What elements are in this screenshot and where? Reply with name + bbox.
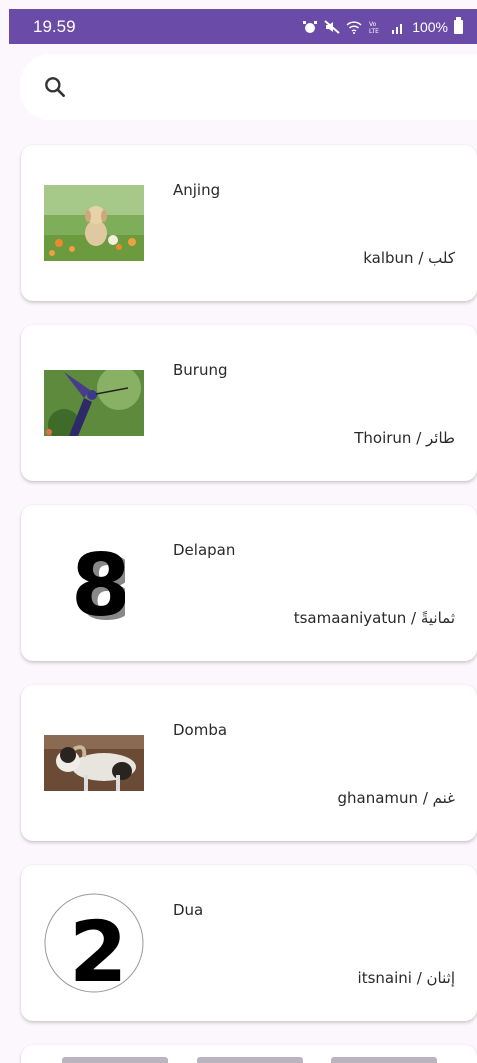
search-bar[interactable]	[20, 54, 477, 120]
battery-percent: 100%	[412, 18, 448, 35]
word-translation: tsamaaniyatun / ثمانيةً	[293, 609, 455, 627]
word-card-domba[interactable]: Domba ghanamun / غنم	[21, 685, 477, 841]
nav-recents-button[interactable]	[62, 1057, 168, 1063]
status-icons: Vo LTE 100%	[302, 16, 463, 35]
word-card-dua[interactable]: 2 Dua itsnaini / إثنان	[21, 865, 477, 1021]
sheep-photo	[44, 735, 144, 791]
volte-icon: VoLTE	[369, 21, 379, 34]
word-card-delapan[interactable]: 8 8 Delapan tsamaaniyatun / ثمانيةً	[21, 505, 477, 661]
word-title: Dua	[173, 901, 204, 919]
word-list-screen: Anjing kalbun / كلب Burung Thoirun / طائ…	[9, 44, 477, 1063]
word-title: Anjing	[173, 181, 221, 199]
status-bar: 19.59 Vo LTE 100%	[9, 9, 477, 44]
number-two-graphic: 2	[44, 893, 144, 993]
mute-icon	[324, 19, 340, 34]
word-translation: Thoirun / طائر	[354, 429, 455, 447]
word-title: Delapan	[173, 541, 236, 559]
number-eight-graphic: 8 8	[69, 543, 125, 623]
svg-text:8: 8	[71, 543, 125, 623]
word-title: Domba	[173, 721, 228, 739]
search-input[interactable]	[80, 76, 444, 98]
search-icon[interactable]	[42, 74, 68, 100]
word-card-anjing[interactable]: Anjing kalbun / كلب	[21, 145, 477, 301]
svg-text:LTE: LTE	[369, 28, 379, 34]
wifi-icon	[346, 20, 362, 34]
nav-back-button[interactable]	[331, 1057, 437, 1063]
alarm-icon	[303, 20, 318, 33]
hummingbird-photo	[44, 370, 144, 436]
dog-photo	[44, 185, 144, 261]
system-navigation-bar	[9, 1051, 477, 1063]
svg-text:2: 2	[69, 903, 127, 993]
word-card-burung[interactable]: Burung Thoirun / طائر	[21, 325, 477, 481]
word-translation: ghanamun / غنم	[337, 789, 456, 807]
signal-icon	[392, 23, 403, 34]
svg-text:Vo: Vo	[369, 21, 377, 28]
battery-icon	[454, 16, 463, 34]
word-translation: itsnaini / إثنان	[357, 969, 455, 987]
word-title: Burung	[173, 361, 228, 379]
status-time: 19.59	[33, 16, 76, 36]
word-translation: kalbun / كلب	[363, 249, 455, 267]
nav-home-button[interactable]	[197, 1057, 303, 1063]
